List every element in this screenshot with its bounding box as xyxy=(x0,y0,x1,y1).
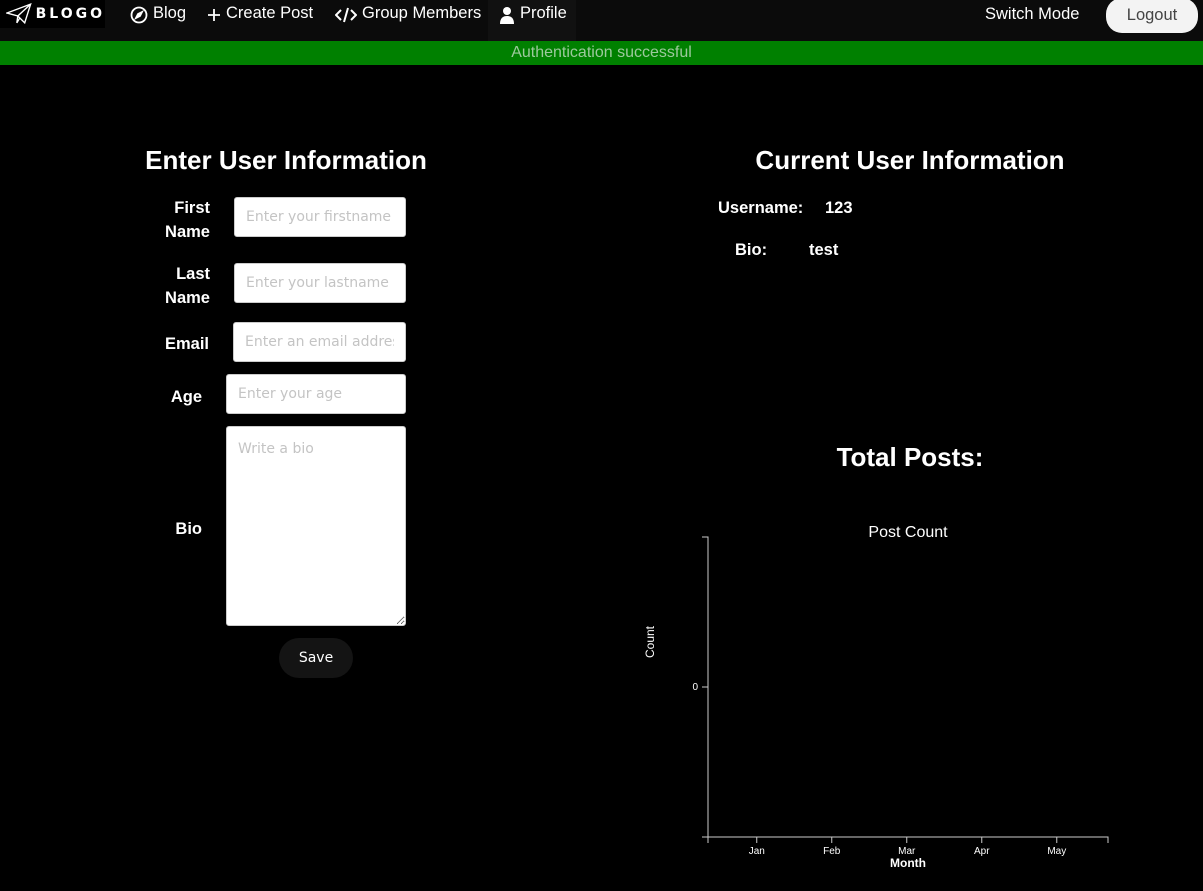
current-info-title: Current User Information xyxy=(755,145,1065,175)
logout-button[interactable]: Logout xyxy=(1106,0,1198,33)
x-tick-label: Jan xyxy=(749,846,765,857)
x-tick-label: Apr xyxy=(974,846,990,857)
nav-create-post-label: Create Post xyxy=(226,4,314,22)
x-tick-label: Mar xyxy=(898,846,916,857)
code-icon xyxy=(335,7,357,23)
bio-info-label: Bio: xyxy=(735,241,768,259)
last-name-label: Last Name xyxy=(160,262,210,310)
email-input[interactable] xyxy=(233,322,406,362)
auth-status-banner: Authentication successful xyxy=(0,41,1203,65)
nav-profile[interactable]: Profile xyxy=(488,0,576,41)
total-posts-title: Total Posts: xyxy=(836,442,984,472)
last-name-label-line1: Last xyxy=(176,265,210,283)
bio-info-value: test xyxy=(809,241,839,259)
save-button[interactable]: Save xyxy=(279,638,353,678)
x-tick-label: Feb xyxy=(823,846,841,857)
nav-create-post[interactable]: Create Post xyxy=(207,0,313,41)
first-name-label-line2: Name xyxy=(165,223,210,241)
x-axis-line xyxy=(707,836,1109,843)
user-icon xyxy=(500,7,514,24)
plus-icon xyxy=(208,9,220,21)
compass-icon xyxy=(130,6,148,24)
nav-profile-label: Profile xyxy=(520,4,567,22)
switch-mode-toggle[interactable]: Switch Mode xyxy=(985,5,1079,24)
x-tick-label: May xyxy=(1047,846,1066,857)
first-name-input[interactable] xyxy=(234,197,406,237)
chart-title: Post Count xyxy=(868,524,948,541)
email-label: Email xyxy=(164,335,209,353)
first-name-label: First Name xyxy=(160,196,210,244)
y-axis-label: Count xyxy=(643,625,657,658)
username-label: Username: xyxy=(718,199,804,217)
nav-blog-label: Blog xyxy=(153,4,187,22)
bio-label: Bio xyxy=(175,520,202,538)
username-value: 123 xyxy=(825,199,853,217)
post-count-chart: Post Count Count Month 0 Jan Feb Mar Apr May xyxy=(643,524,1109,870)
navbar: BLOGO Blog Create Post Group Members Pro… xyxy=(0,0,1203,41)
age-label: Age xyxy=(170,388,202,406)
last-name-input[interactable] xyxy=(234,263,406,303)
chart-axes: 0 Jan Feb Mar Apr May xyxy=(692,536,1109,857)
last-name-label-line2: Name xyxy=(165,289,210,307)
y-tick-label: 0 xyxy=(692,682,698,693)
first-name-label-line1: First xyxy=(174,199,210,217)
nav-group-members-label: Group Members xyxy=(362,4,482,22)
nav-blog[interactable]: Blog xyxy=(130,0,186,41)
bio-textarea[interactable] xyxy=(226,426,406,626)
age-input[interactable] xyxy=(226,374,406,414)
paper-plane-icon xyxy=(6,3,32,25)
x-axis-label: Month xyxy=(890,856,926,870)
nav-group-members[interactable]: Group Members xyxy=(335,0,481,41)
logo[interactable]: BLOGO xyxy=(0,0,105,28)
form-title: Enter User Information xyxy=(145,145,427,175)
logo-text: BLOGO xyxy=(35,6,105,22)
